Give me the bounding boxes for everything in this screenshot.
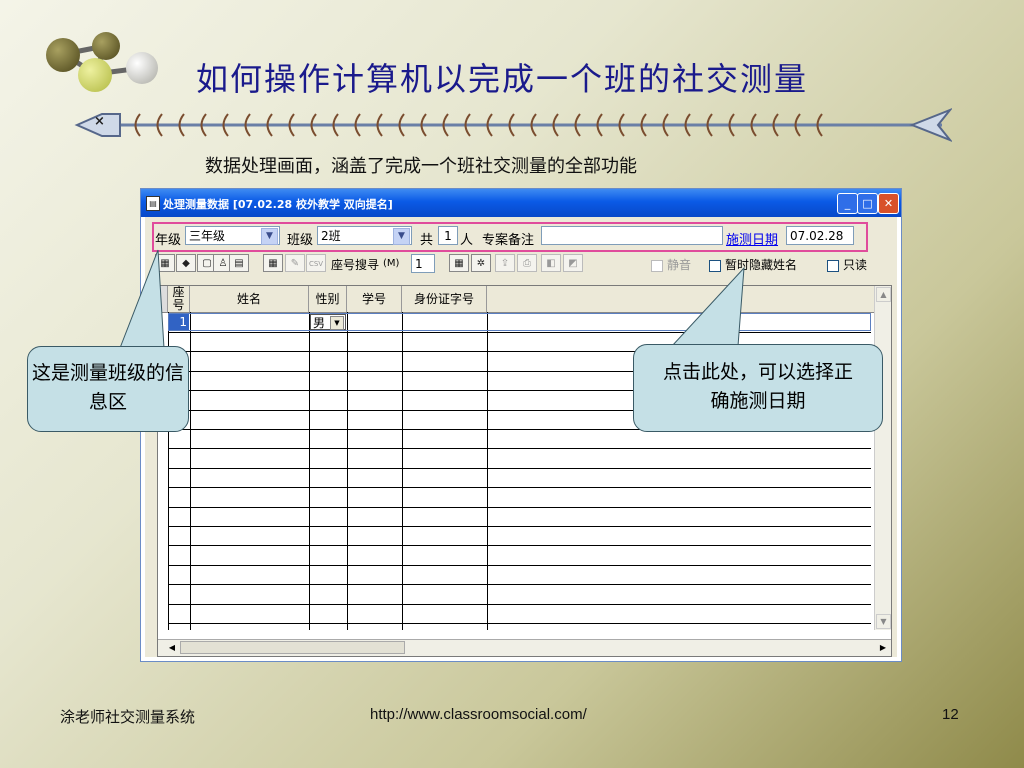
footer-url: http://www.classroomsocial.com/ — [370, 706, 587, 723]
footer-left: 涂老师社交测量系统 — [60, 708, 196, 726]
date-callout: 点击此处，可以选择正确施测日期 — [633, 344, 883, 432]
page-number: 12 — [942, 706, 959, 723]
class-info-callout: 这是测量班级的信息区 — [27, 346, 189, 432]
